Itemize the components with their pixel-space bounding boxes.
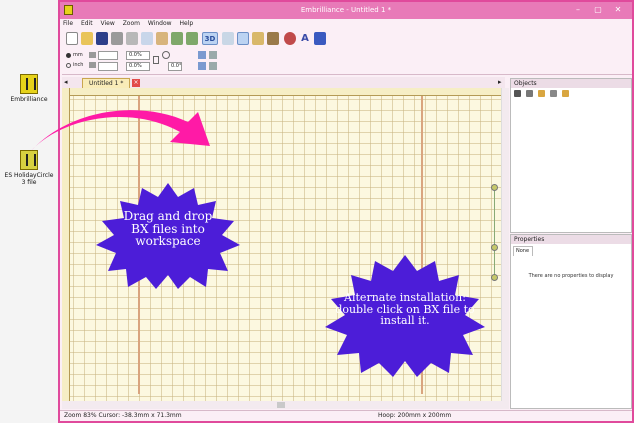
document-tab-strip: ◂ Untitled 1 * × ▸: [62, 77, 505, 88]
desktop-icon-embrilliance[interactable]: Embrilliance: [2, 74, 56, 103]
alternate-line-1: Alternate installation:: [344, 291, 466, 304]
alternate-line-3: install it.: [380, 314, 430, 328]
status-zoom-cursor: Zoom 83% Cursor: -38.3mm x 71.3mm: [64, 412, 182, 419]
tab-scroll-left-icon[interactable]: ◂: [64, 78, 68, 86]
horizontal-scroll-thumb[interactable]: [277, 402, 285, 408]
text-tool-button[interactable]: A: [299, 32, 311, 45]
toolbar: 3D A: [62, 30, 632, 48]
new-file-icon[interactable]: [66, 32, 78, 45]
properties-tab-none[interactable]: None: [513, 246, 533, 256]
mirror-icon[interactable]: [198, 62, 206, 70]
zoom-icon[interactable]: [222, 32, 234, 45]
width-percent-field[interactable]: 0.0%: [126, 51, 150, 60]
group-icon[interactable]: [514, 90, 521, 97]
menu-window[interactable]: Window: [145, 19, 175, 28]
mm-radio[interactable]: [66, 53, 71, 58]
y-position-field[interactable]: [98, 62, 118, 71]
zoom-slider[interactable]: [490, 184, 500, 284]
print-icon[interactable]: [111, 32, 123, 45]
hoop-icon[interactable]: [252, 32, 264, 45]
inch-radio[interactable]: [66, 63, 71, 68]
align-icon[interactable]: [198, 51, 206, 59]
redo-icon[interactable]: [186, 32, 198, 45]
window-title: Embrilliance - Untitled 1 *: [300, 6, 392, 14]
tab-scroll-right-icon[interactable]: ▸: [498, 78, 502, 86]
title-bar[interactable]: Embrilliance - Untitled 1 * – ▢ ✕: [60, 2, 632, 19]
maximize-button[interactable]: ▢: [588, 4, 608, 16]
properties-empty-message: There are no properties to display: [528, 273, 614, 279]
thread-color-icon[interactable]: [267, 32, 279, 45]
horizontal-scrollbar[interactable]: [62, 401, 509, 409]
lock-icon[interactable]: [537, 90, 545, 97]
status-bar: Zoom 83% Cursor: -38.3mm x 71.3mm Hoop: …: [60, 410, 632, 421]
flip-icon[interactable]: [209, 62, 217, 70]
open-folder-icon[interactable]: [81, 32, 93, 45]
height-percent-field[interactable]: 0.0%: [126, 62, 150, 71]
status-hoop: Hoop: 200mm x 200mm: [378, 412, 452, 419]
zoom-in-icon[interactable]: [491, 184, 498, 191]
embrilliance-app-icon: [20, 74, 38, 94]
mm-label: mm: [73, 52, 83, 58]
copy-icon[interactable]: [141, 32, 153, 45]
pink-arrow-icon: [30, 110, 210, 152]
rotate-icon: [162, 51, 170, 59]
objects-panel-title: Objects: [511, 79, 631, 88]
save-icon[interactable]: [96, 32, 108, 45]
tab-untitled-1[interactable]: Untitled 1 *: [82, 78, 130, 88]
drag-drop-line-3: workspace: [135, 234, 201, 249]
properties-panel: Properties None There are no properties …: [510, 234, 632, 409]
lock-ratio-icon[interactable]: [153, 56, 159, 64]
ungroup-icon[interactable]: [525, 90, 533, 97]
cut-icon[interactable]: [126, 32, 138, 45]
menu-zoom[interactable]: Zoom: [120, 19, 143, 28]
menu-view[interactable]: View: [98, 19, 118, 28]
minimize-button[interactable]: –: [568, 4, 588, 16]
applique-icon[interactable]: [284, 32, 296, 45]
3d-view-button[interactable]: 3D: [202, 32, 218, 45]
unlock-icon[interactable]: [561, 90, 569, 97]
x-position-field[interactable]: [98, 51, 118, 60]
menu-bar: File Edit View Zoom Window Help: [60, 19, 632, 29]
menu-help[interactable]: Help: [177, 19, 197, 28]
options-bar: mm inch 0.0% 0.0% 0.0°: [62, 49, 632, 75]
zoom-slider-thumb[interactable]: [491, 244, 498, 251]
paste-icon[interactable]: [156, 32, 168, 45]
inch-label: inch: [73, 62, 84, 68]
vertical-scrollbar[interactable]: [501, 88, 509, 401]
zoom-slider-track: [494, 190, 495, 278]
objects-panel-toolbar: [511, 88, 631, 100]
undo-icon[interactable]: [171, 32, 183, 45]
properties-panel-title: Properties: [511, 235, 631, 244]
alternate-install-annotation: Alternate installation: double click on …: [334, 292, 476, 327]
move-icon[interactable]: [209, 51, 217, 59]
height-icon: [89, 62, 96, 68]
zoom-out-icon[interactable]: [491, 274, 498, 281]
lettering-icon[interactable]: [314, 32, 326, 45]
menu-edit[interactable]: Edit: [78, 19, 96, 28]
horizontal-ruler: [62, 88, 501, 96]
drag-drop-line-1: Drag and drop: [123, 209, 213, 223]
close-button[interactable]: ✕: [608, 4, 628, 16]
hide-icon[interactable]: [549, 90, 557, 97]
tab-close-icon[interactable]: ×: [132, 79, 140, 87]
rotate-field[interactable]: 0.0°: [168, 62, 182, 71]
select-pointer-icon[interactable]: [237, 32, 249, 45]
menu-file[interactable]: File: [60, 19, 76, 28]
drag-drop-annotation: Drag and drop BX files into workspace: [110, 210, 226, 248]
width-icon: [89, 52, 96, 58]
objects-panel: Objects: [510, 78, 632, 233]
